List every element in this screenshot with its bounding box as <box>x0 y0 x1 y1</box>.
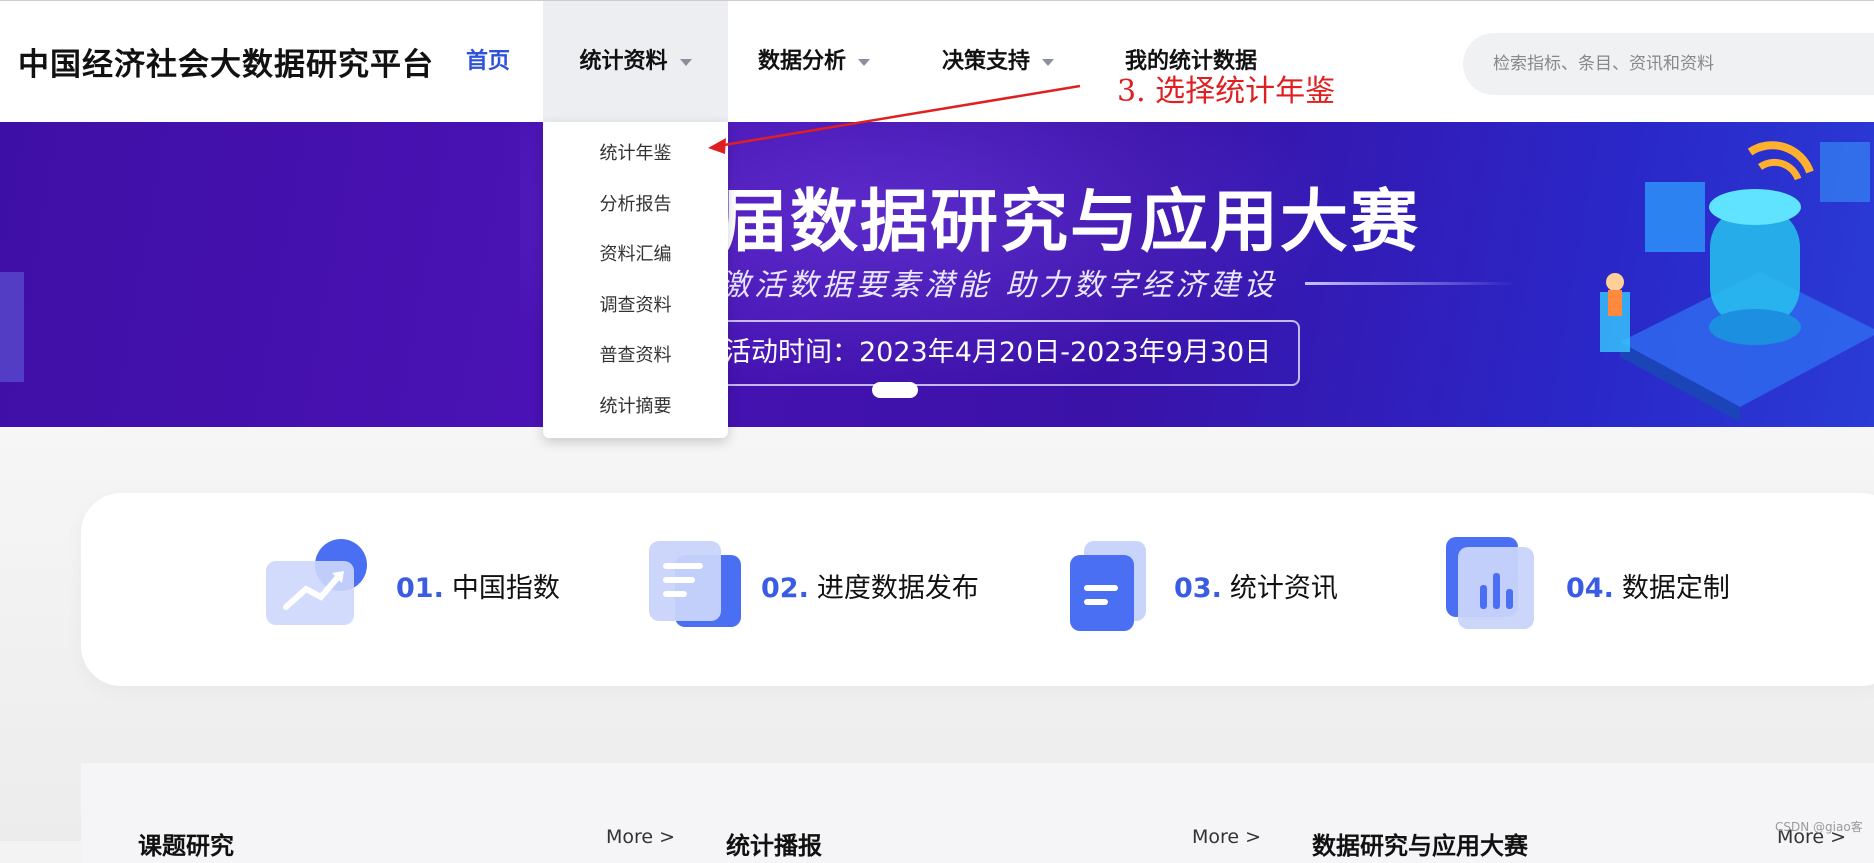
isometric-illustration-icon <box>1600 141 1874 422</box>
quick-links-card: 01. 中国指数 02. 进度数据发布 03. 统计资讯 04. 数据定制 <box>81 493 1874 686</box>
dropdown-item-summary[interactable]: 统计摘要 <box>543 382 728 433</box>
statistics-dropdown-menu: 统计年鉴 分析报告 资料汇编 调查资料 普查资料 统计摘要 <box>543 122 728 438</box>
site-logo[interactable]: 中国经济社会大数据研究平台 <box>18 39 434 84</box>
nav-decision-support[interactable]: 决策支持 <box>942 1 1055 122</box>
dropdown-item-compilation[interactable]: 资料汇编 <box>543 230 728 281</box>
nav-statistics[interactable]: 统计资料 <box>543 1 728 122</box>
file-stack-icon <box>1070 541 1146 631</box>
search-input[interactable] <box>1463 33 1874 95</box>
hero-banner[interactable]: 届数据研究与应用大赛 激活数据要素潜能 助力数字经济建设 活动时间：2023年4… <box>0 122 1874 427</box>
watermark: CSDN @giao客 <box>1775 820 1863 834</box>
caret-down-icon <box>1042 58 1055 66</box>
nav-decision-support-label: 决策支持 <box>942 49 1031 74</box>
dropdown-item-yearbook[interactable]: 统计年鉴 <box>543 129 728 180</box>
section-title-research: 课题研究 <box>138 832 234 860</box>
annotation-step-text: 3. 选择统计年鉴 <box>1117 74 1336 109</box>
caret-down-icon <box>858 58 871 66</box>
caret-down-icon <box>679 58 692 66</box>
top-header: 中国经济社会大数据研究平台 首页 统计资料 数据分析 决策支持 我的统计数据 <box>0 0 1874 122</box>
bar-chart-icon <box>1446 537 1534 629</box>
dropdown-item-analysis-report[interactable]: 分析报告 <box>543 180 728 231</box>
quick-link-label: 02. 进度数据发布 <box>761 573 979 604</box>
banner-event-time: 活动时间：2023年4月20日-2023年9月30日 <box>700 320 1300 386</box>
banner-subtitle: 激活数据要素潜能 助力数字经济建设 <box>720 268 1278 303</box>
lower-content-panel <box>81 763 1874 863</box>
section-title-competition: 数据研究与应用大赛 <box>1312 832 1528 860</box>
more-link-broadcast[interactable]: More > <box>1192 826 1261 848</box>
nav-data-analysis-label: 数据分析 <box>758 49 847 74</box>
nav-home[interactable]: 首页 <box>466 1 510 122</box>
nav-statistics-label: 统计资料 <box>579 49 668 74</box>
dropdown-item-census-data[interactable]: 普查资料 <box>543 331 728 382</box>
banner-title: 届数据研究与应用大赛 <box>720 183 1421 262</box>
quick-link-label: 04. 数据定制 <box>1566 573 1730 604</box>
dropdown-item-survey-data[interactable]: 调查资料 <box>543 281 728 332</box>
more-link-research[interactable]: More > <box>606 826 675 848</box>
document-list-icon <box>649 541 741 627</box>
carousel-indicator[interactable] <box>872 382 918 398</box>
section-title-broadcast: 统计播报 <box>726 832 822 860</box>
quick-link-label: 01. 中国指数 <box>396 573 560 604</box>
trend-chart-icon <box>266 539 367 625</box>
banner-left-decoration <box>0 272 24 382</box>
quick-link-label: 03. 统计资讯 <box>1174 573 1338 604</box>
banner-divider-line <box>1305 282 1515 285</box>
nav-data-analysis[interactable]: 数据分析 <box>758 1 871 122</box>
